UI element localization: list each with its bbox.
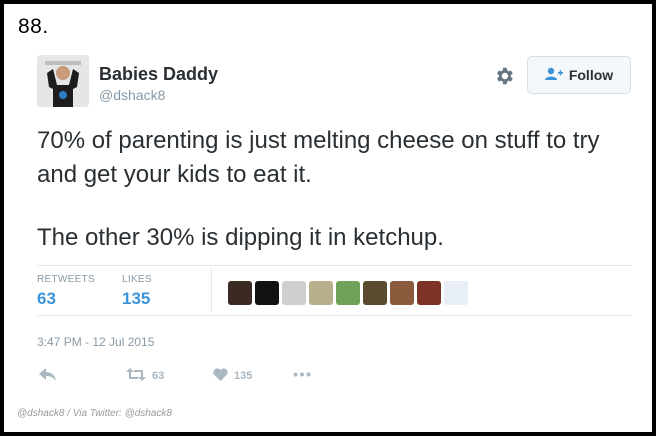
add-user-icon	[544, 67, 563, 84]
retweet-button[interactable]: 63	[126, 368, 164, 384]
more-button[interactable]	[293, 368, 311, 380]
avatar-5[interactable]	[336, 281, 360, 305]
avatar-2[interactable]	[255, 281, 279, 305]
likes-label: LIKES	[122, 274, 152, 285]
user-handle[interactable]: @dshack8	[99, 87, 165, 103]
liker-avatars	[228, 281, 468, 305]
display-name[interactable]: Babies Daddy	[99, 64, 218, 85]
heart-icon	[213, 368, 228, 384]
avatar-8[interactable]	[417, 281, 441, 305]
more-icon	[293, 368, 311, 380]
divider	[37, 315, 631, 316]
tweet-card: 88. Babies Daddy @dshack8 Follow 70% of	[4, 4, 652, 432]
avatar-9[interactable]	[444, 281, 468, 305]
list-number: 88.	[18, 15, 49, 38]
follow-button[interactable]: Follow	[527, 56, 631, 94]
reply-icon	[39, 368, 56, 384]
like-button[interactable]: 135	[213, 368, 252, 384]
retweet-icon	[126, 368, 146, 384]
avatar-3[interactable]	[282, 281, 306, 305]
avatar-1[interactable]	[228, 281, 252, 305]
divider	[37, 265, 631, 266]
divider	[211, 268, 212, 312]
like-count: 135	[234, 370, 253, 382]
timestamp[interactable]: 3:47 PM - 12 Jul 2015	[37, 335, 154, 349]
reply-button[interactable]	[39, 368, 56, 384]
image-credit: @dshack8 / Via Twitter: @dshack8	[17, 408, 172, 419]
avatar-7[interactable]	[390, 281, 414, 305]
avatar[interactable]	[37, 55, 89, 107]
avatar-6[interactable]	[363, 281, 387, 305]
retweets-label: RETWEETS	[37, 274, 95, 285]
retweet-count: 63	[152, 370, 165, 382]
gear-icon[interactable]	[493, 65, 515, 87]
avatar-4[interactable]	[309, 281, 333, 305]
retweets-count[interactable]: 63	[37, 289, 56, 309]
tweet-text: 70% of parenting is just melting cheese …	[37, 124, 637, 255]
tweet-paragraph: 70% of parenting is just melting cheese …	[37, 127, 600, 188]
tweet-paragraph: The other 30% is dipping it in ketchup.	[37, 224, 444, 251]
likes-count[interactable]: 135	[122, 289, 150, 309]
avatar-image	[37, 55, 89, 107]
follow-label: Follow	[568, 67, 614, 83]
